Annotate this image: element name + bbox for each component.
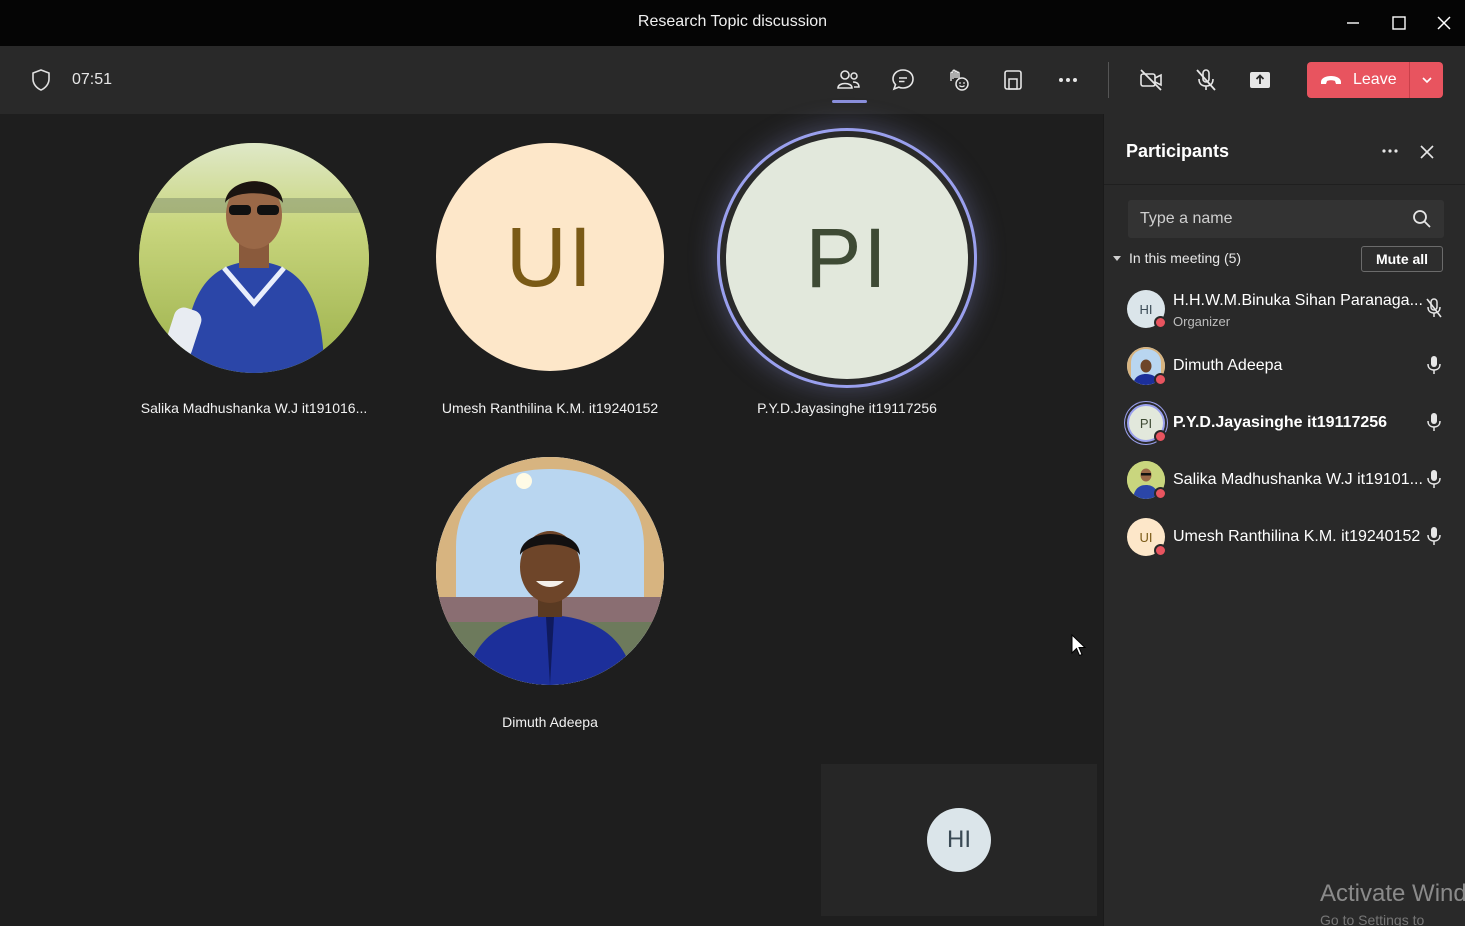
- status-dot: [1154, 487, 1167, 500]
- participant-row[interactable]: Dimuth Adeepa: [1104, 339, 1465, 395]
- tile-name: Salika Madhushanka W.J it191016...: [140, 400, 368, 416]
- chat-button[interactable]: [885, 62, 921, 98]
- status-dot: [1154, 430, 1167, 443]
- participant-name: H.H.W.M.Binuka Sihan Paranaga...: [1173, 292, 1423, 309]
- close-icon: [1437, 16, 1451, 30]
- mic-icon[interactable]: [1424, 468, 1444, 490]
- more-icon: [1059, 78, 1077, 82]
- close-icon: [1420, 145, 1434, 159]
- window-title: Research Topic discussion: [637, 13, 828, 30]
- participant-tile-avatar[interactable]: UI: [436, 143, 664, 371]
- avatar-initials: PI: [805, 210, 889, 305]
- participant-row[interactable]: Salika Madhushanka W.J it19101...: [1104, 453, 1465, 509]
- tile-name: P.Y.D.Jayasinghe it19117256: [757, 400, 937, 416]
- participant-name: Salika Madhushanka W.J it19101...: [1173, 471, 1423, 488]
- more-actions-button[interactable]: [1050, 62, 1086, 98]
- caret-down-icon: [1113, 256, 1121, 261]
- close-window-button[interactable]: [1429, 8, 1459, 38]
- tile-name: Dimuth Adeepa: [502, 714, 598, 730]
- status-dot: [1154, 373, 1167, 386]
- mute-all-button[interactable]: Mute all: [1361, 246, 1443, 272]
- shield-icon[interactable]: [30, 68, 52, 92]
- reactions-button[interactable]: [940, 62, 976, 98]
- leave-button-group: Leave: [1307, 62, 1443, 98]
- participant-search[interactable]: Type a name: [1128, 200, 1444, 238]
- mic-off-icon: [1196, 69, 1216, 91]
- mouse-cursor-icon: [1071, 634, 1087, 657]
- participant-tile-avatar-speaking[interactable]: PI: [717, 128, 977, 388]
- participant-row[interactable]: UI Umesh Ranthilina K.M. it19240152: [1104, 510, 1465, 566]
- participant-name: Umesh Ranthilina K.M. it19240152: [1173, 528, 1421, 545]
- profile-photo: [139, 143, 369, 373]
- camera-off-icon: [1140, 69, 1162, 91]
- status-dot: [1154, 316, 1167, 329]
- participant-tile-photo[interactable]: [436, 457, 664, 685]
- video-stage: Salika Madhushanka W.J it191016... UI Um…: [0, 114, 1103, 926]
- breakout-rooms-button[interactable]: [995, 62, 1031, 98]
- self-preview-tile[interactable]: HI: [821, 764, 1097, 916]
- title-bar: Research Topic discussion: [0, 0, 1465, 46]
- participant-tile-photo[interactable]: [139, 143, 369, 373]
- share-icon: [1250, 72, 1270, 88]
- meeting-timer: 07:51: [72, 71, 113, 88]
- avatar-initials: UI: [506, 209, 594, 304]
- people-icon: [837, 70, 860, 89]
- maximize-icon: [1392, 16, 1406, 30]
- mic-toggle-button[interactable]: [1188, 62, 1224, 98]
- participant-row[interactable]: PI P.Y.D.Jayasinghe it19117256: [1104, 396, 1465, 452]
- panel-title: Participants: [1126, 141, 1230, 161]
- camera-toggle-button[interactable]: [1133, 62, 1169, 98]
- profile-photo: [436, 457, 664, 685]
- participant-role: Organizer: [1173, 314, 1231, 329]
- mic-icon[interactable]: [1424, 354, 1444, 376]
- panel-divider: [1104, 184, 1465, 185]
- in-meeting-label: In this meeting (5): [1129, 250, 1242, 266]
- toolbar-divider: [1108, 62, 1109, 98]
- search-icon: [1413, 210, 1431, 228]
- chevron-down-icon: [1421, 77, 1432, 84]
- panel-more-button[interactable]: [1377, 140, 1403, 162]
- share-screen-button[interactable]: [1242, 62, 1278, 98]
- avatar-circle: PI: [726, 137, 968, 379]
- activation-watermark-sub: Go to Settings to: [1320, 912, 1425, 926]
- leave-button[interactable]: Leave: [1307, 62, 1409, 98]
- search-input[interactable]: Type a name: [1140, 210, 1233, 228]
- status-dot: [1154, 544, 1167, 557]
- self-avatar: HI: [927, 808, 991, 872]
- leave-label: Leave: [1353, 71, 1397, 88]
- activation-watermark: Activate Wind: [1320, 880, 1465, 907]
- chat-icon: [892, 69, 914, 91]
- participants-button[interactable]: [830, 62, 866, 98]
- minimize-icon: [1347, 22, 1359, 24]
- mic-icon[interactable]: [1424, 525, 1444, 547]
- more-icon: [1382, 149, 1398, 153]
- mic-off-icon[interactable]: [1424, 297, 1444, 319]
- participant-name: P.Y.D.Jayasinghe it19117256: [1173, 414, 1388, 431]
- minimize-button[interactable]: [1338, 8, 1368, 38]
- meeting-toolbar: 07:51 Leave: [0, 46, 1465, 114]
- maximize-button[interactable]: [1384, 8, 1414, 38]
- panel-close-button[interactable]: [1415, 140, 1439, 164]
- participant-name: Dimuth Adeepa: [1173, 357, 1283, 374]
- participant-row[interactable]: HI H.H.W.M.Binuka Sihan Paranaga... Orga…: [1104, 282, 1465, 338]
- mic-icon[interactable]: [1424, 411, 1444, 433]
- active-tab-indicator: [832, 100, 867, 103]
- phone-icon: [1321, 76, 1341, 84]
- tile-name: Umesh Ranthilina K.M. it19240152: [441, 400, 659, 416]
- leave-options-dropdown[interactable]: [1410, 62, 1443, 98]
- in-meeting-section-toggle[interactable]: In this meeting (5): [1112, 250, 1241, 266]
- rooms-icon: [1004, 70, 1022, 90]
- reactions-icon: [950, 69, 969, 91]
- participants-panel: Participants Type a name In this meeting…: [1103, 114, 1465, 926]
